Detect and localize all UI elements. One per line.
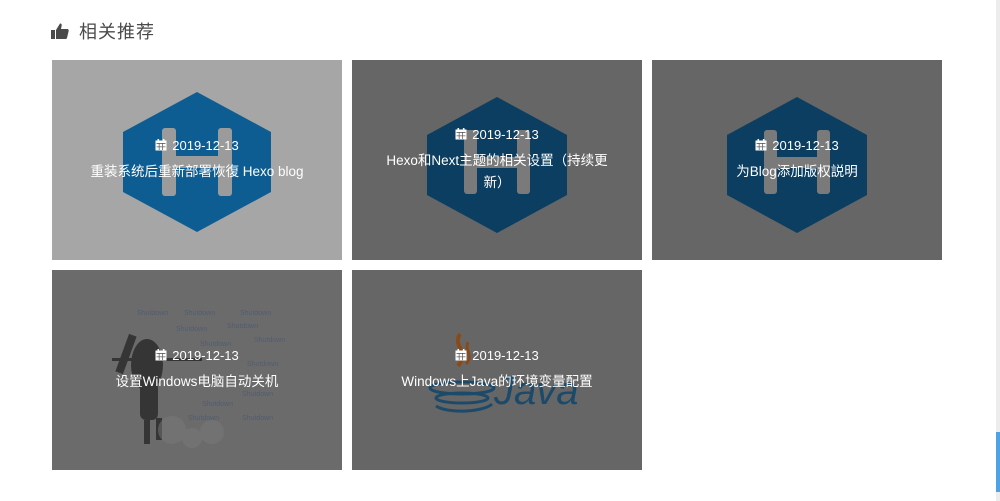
calendar-icon: [155, 349, 167, 361]
post-date: 2019-12-13: [755, 138, 839, 153]
calendar-icon: [455, 128, 467, 140]
related-post-card[interactable]: 2019-12-13 重装系统后重新部署恢復 Hexo blog: [52, 60, 342, 260]
card-info: 2019-12-13 重装系统后重新部署恢復 Hexo blog: [52, 60, 342, 260]
post-title[interactable]: 重装系统后重新部署恢復 Hexo blog: [90, 161, 303, 183]
related-post-card[interactable]: Java 2019-12-13 Windows上Java的环境变量配置: [352, 270, 642, 470]
related-post-card[interactable]: 2019-12-13 为Blog添加版权説明: [652, 60, 942, 260]
post-title[interactable]: Windows上Java的环境变量配置: [401, 371, 592, 393]
post-date-text: 2019-12-13: [172, 347, 239, 363]
calendar-icon: [455, 349, 467, 361]
post-date-text: 2019-12-13: [172, 137, 239, 153]
scrollbar-thumb[interactable]: [996, 432, 1000, 492]
post-title[interactable]: 为Blog添加版权説明: [736, 161, 858, 183]
related-post-card[interactable]: Shutdown Shutdown Shutdown Shutdown Shut…: [52, 270, 342, 470]
related-posts-header: 相关推荐: [50, 18, 155, 44]
post-date-text: 2019-12-13: [472, 347, 539, 363]
calendar-icon: [755, 139, 767, 151]
post-date-text: 2019-12-13: [472, 126, 539, 142]
section-title: 相关推荐: [79, 22, 155, 42]
post-date: 2019-12-13: [455, 127, 539, 142]
related-post-card[interactable]: 2019-12-13 Hexo和Next主题的相关设置（持续更新）: [352, 60, 642, 260]
post-date: 2019-12-13: [155, 348, 239, 363]
card-info: 2019-12-13 Windows上Java的环境变量配置: [352, 270, 642, 470]
post-date-text: 2019-12-13: [772, 137, 839, 153]
post-date: 2019-12-13: [155, 138, 239, 153]
post-title[interactable]: Hexo和Next主题的相关设置（持续更新）: [380, 150, 614, 194]
post-date: 2019-12-13: [455, 348, 539, 363]
calendar-icon: [155, 139, 167, 151]
card-info: 2019-12-13 为Blog添加版权説明: [652, 60, 942, 260]
page: 相关推荐 2019-12-13 重装系统后重新部署恢復 Hexo blog 20…: [0, 0, 1000, 501]
card-info: 2019-12-13 设置Windows电脑自动关机: [52, 270, 342, 470]
post-title[interactable]: 设置Windows电脑自动关机: [116, 371, 279, 393]
thumbs-up-icon: [50, 21, 70, 41]
scrollbar-track[interactable]: [996, 0, 1000, 501]
card-info: 2019-12-13 Hexo和Next主题的相关设置（持续更新）: [352, 60, 642, 260]
